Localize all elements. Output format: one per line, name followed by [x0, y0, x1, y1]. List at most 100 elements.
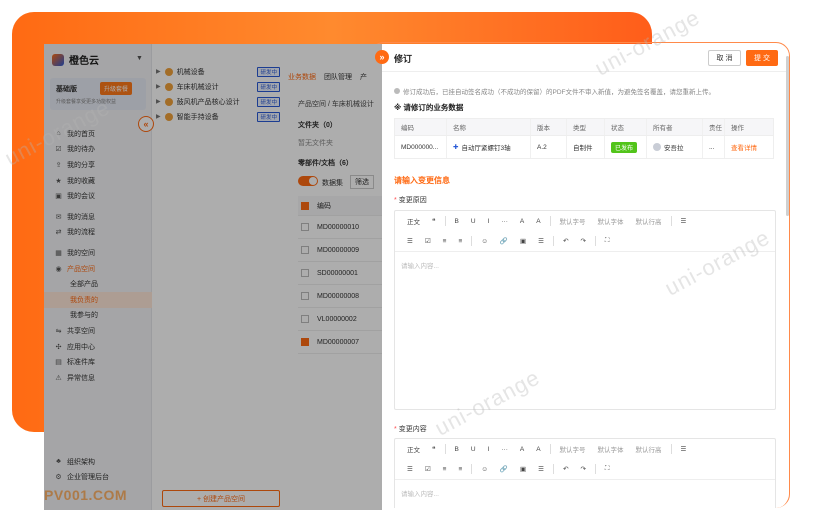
cell-type: 自制件 — [567, 136, 605, 158]
toolbar-divider — [552, 464, 554, 474]
toolbar-divider — [594, 464, 596, 474]
submit-button[interactable]: 提 交 — [746, 50, 778, 66]
reason-label: * 变更原因 — [394, 195, 427, 205]
owner-name: 安吾拉 — [664, 145, 684, 152]
cell-status: 已发布 — [605, 136, 647, 158]
editor-toolbar-row2: ☰ ☑ ≡ ≡ ☺ 🔗 ▣ ☰ ↶ ↷ ⛶ — [395, 459, 775, 479]
toolbar-button[interactable]: 🔗 — [494, 237, 514, 245]
toolbar-button[interactable]: ☰ — [532, 465, 550, 473]
cell-name[interactable]: ✚ 自动厅紧螺钉3轴 — [447, 136, 531, 158]
toolbar-button[interactable]: ☰ — [675, 217, 693, 225]
toolbar-button[interactable]: A — [514, 446, 530, 453]
toolbar-button[interactable]: ❝ — [426, 445, 442, 453]
required-mark: * — [394, 197, 397, 204]
toolbar-button[interactable]: ··· — [495, 446, 514, 453]
screenshot-stage: 橙色云 ▼ 基础版 升级套餐 升级套餐享受更多功能权益 ⌂ 我的首页 ☑ 我的待办 ⇪ 我… — [0, 0, 817, 522]
part-icon: ✚ — [453, 144, 459, 151]
drawer-scrollbar[interactable] — [786, 56, 789, 216]
reason-editor: 正文 ❝ B U I ··· A A 默认字号 默认字体 默认行高 ☰ ☰ ☑ ≡ ≡ ☺ 🔗 ▣ ☰ ↶ ↷ ⛶ 请输入… — [394, 210, 776, 410]
required-mark: * — [394, 426, 397, 433]
toolbar-button[interactable]: ▣ — [514, 465, 532, 473]
toolbar-button[interactable]: ☰ — [675, 445, 693, 453]
toolbar-button[interactable]: ⛶ — [599, 237, 616, 245]
toolbar-button[interactable]: A — [514, 218, 530, 225]
column-header: 状态 — [605, 119, 647, 135]
toolbar-button[interactable]: ··· — [495, 218, 514, 225]
toolbar-divider — [549, 216, 551, 226]
toolbar-button[interactable]: I — [482, 446, 496, 453]
user-icon — [653, 143, 661, 151]
cancel-button[interactable]: 取 消 — [708, 50, 741, 66]
part-name: 自动厅紧螺钉3轴 — [461, 145, 511, 152]
section-biz-title: ※ 请修订的业务数据 — [394, 103, 464, 112]
toolbar-button[interactable]: ≡ — [437, 238, 453, 245]
column-header: 所有者 — [647, 119, 703, 135]
toolbar-divider — [594, 236, 596, 246]
toolbar-button[interactable]: ❝ — [426, 217, 442, 225]
column-header: 类型 — [567, 119, 605, 135]
toolbar-button[interactable]: ↷ — [574, 465, 591, 473]
toolbar-button[interactable]: ▣ — [514, 237, 532, 245]
toolbar-button[interactable]: 默认字号 — [554, 216, 592, 226]
toolbar-button[interactable]: ☺ — [475, 238, 494, 245]
drawer-header: 修订 取 消 提 交 — [382, 44, 788, 72]
toolbar-button[interactable]: 默认行高 — [630, 444, 668, 454]
toolbar-divider — [471, 236, 473, 246]
status-badge: 已发布 — [611, 141, 638, 153]
toolbar-button[interactable]: ↶ — [557, 465, 574, 473]
view-detail-link[interactable]: 查看详情 — [731, 142, 757, 152]
toolbar-button[interactable]: ☺ — [475, 466, 494, 473]
column-header: 编码 — [395, 119, 447, 135]
biz-data-table: 编码 名称 版本 类型 状态 所有者 责任 操作 MD000000... ✚ 自动厅紧螺钉3轴… — [394, 118, 774, 159]
cell-owner: 安吾拉 — [647, 136, 703, 158]
toolbar-divider — [444, 216, 446, 226]
content-input[interactable]: 请输入内容... — [395, 479, 775, 508]
toolbar-button[interactable]: A — [530, 446, 546, 453]
toolbar-button[interactable]: ☰ — [401, 237, 419, 245]
toolbar-button[interactable]: ☰ — [401, 465, 419, 473]
cell-version: A.2 — [531, 136, 567, 158]
toolbar-button[interactable]: I — [482, 218, 496, 225]
info-icon — [394, 88, 400, 94]
toolbar-divider — [444, 444, 446, 454]
column-header: 责任 — [703, 119, 725, 135]
toolbar-divider — [670, 216, 672, 226]
content-label-text: 变更内容 — [398, 426, 427, 433]
toolbar-button[interactable]: 默认字体 — [592, 444, 630, 454]
cell-action: 查看详情 — [725, 136, 773, 158]
cell-resp: ... — [703, 136, 725, 158]
toolbar-button[interactable]: ≡ — [437, 466, 453, 473]
toolbar-button[interactable]: U — [465, 218, 482, 225]
cell-code: MD000000... — [395, 136, 447, 158]
toolbar-button[interactable]: ≡ — [452, 238, 468, 245]
editor-toolbar-row1: 正文 ❝ B U I ··· A A 默认字号 默认字体 默认行高 ☰ — [395, 211, 775, 231]
toolbar-button[interactable]: 🔗 — [494, 465, 514, 473]
toolbar-button[interactable]: ☑ — [419, 237, 437, 245]
notice: 修订成功后，已挂自动签名成功（不成功的保留）的PDF文件不审入新值，为避免签名覆… — [394, 86, 715, 96]
toolbar-button[interactable]: U — [465, 446, 482, 453]
toolbar-button[interactable]: ⛶ — [599, 465, 616, 473]
toolbar-button[interactable]: 默认行高 — [630, 216, 668, 226]
expand-drawer-icon[interactable]: » — [375, 50, 389, 64]
content-label: * 变更内容 — [394, 424, 427, 434]
toolbar-button[interactable]: A — [530, 218, 546, 225]
toolbar-button[interactable]: ☑ — [419, 465, 437, 473]
toolbar-button[interactable]: ↷ — [574, 237, 591, 245]
table-row: MD000000... ✚ 自动厅紧螺钉3轴 A.2 自制件 已发布 安吾拉 .… — [395, 135, 773, 158]
column-header: 名称 — [447, 119, 531, 135]
toolbar-button[interactable]: 默认字号 — [554, 444, 592, 454]
toolbar-divider — [549, 444, 551, 454]
toolbar-button[interactable]: ≡ — [452, 466, 468, 473]
toolbar-button[interactable]: 正文 — [401, 444, 426, 454]
toolbar-divider — [670, 444, 672, 454]
toolbar-button[interactable]: 默认字体 — [592, 216, 630, 226]
toolbar-button[interactable]: 正文 — [401, 216, 426, 226]
toolbar-button[interactable]: ↶ — [557, 237, 574, 245]
editor-toolbar-row1: 正文 ❝ B U I ··· A A 默认字号 默认字体 默认行高 ☰ — [395, 439, 775, 459]
column-header: 操作 — [731, 125, 744, 132]
toolbar-button[interactable]: B — [449, 446, 465, 453]
toolbar-button[interactable]: ☰ — [532, 237, 550, 245]
toolbar-button[interactable]: B — [449, 218, 465, 225]
toolbar-divider — [471, 464, 473, 474]
notice-text: 修订成功后，已挂自动签名成功（不成功的保留）的PDF文件不审入新值，为避免签名覆… — [403, 89, 715, 96]
